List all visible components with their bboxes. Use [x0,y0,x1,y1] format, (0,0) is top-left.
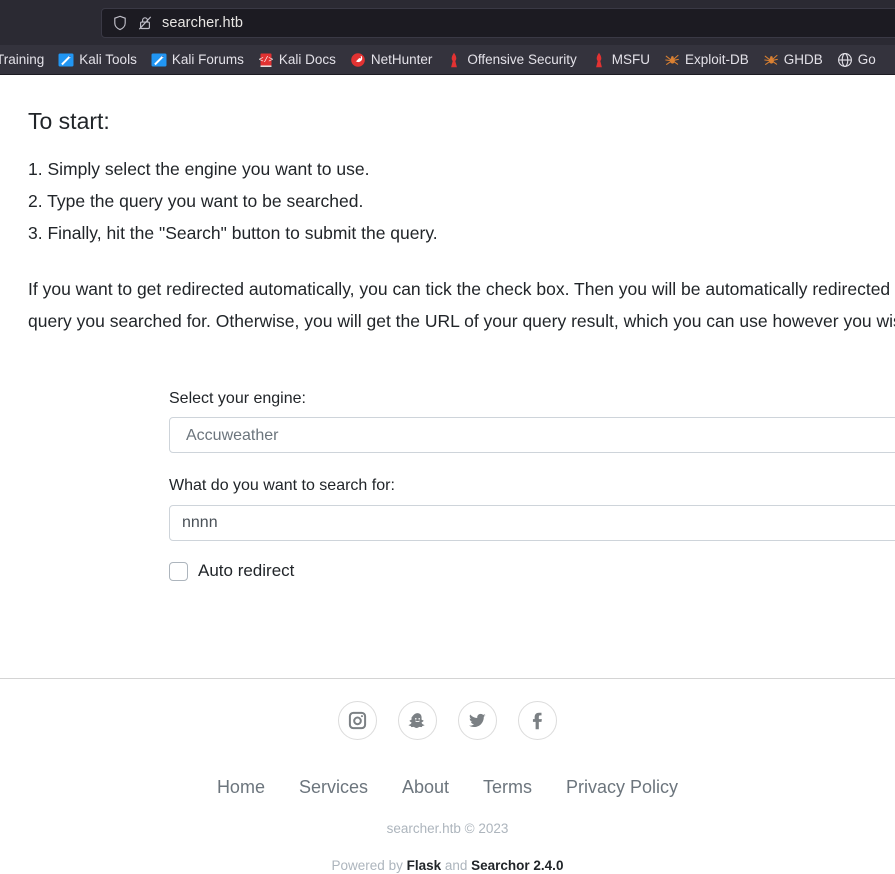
powered-by-text: Powered by Flask and Searchor 2.4.0 [0,858,895,873]
page-title: To start: [28,108,110,134]
bookmark-label: Training [0,52,45,67]
footer-link-services[interactable]: Services [299,777,368,798]
snapchat-icon[interactable] [398,701,437,740]
search-query-input[interactable] [169,505,895,542]
bookmark-offensive-security[interactable]: Offensive Security [439,50,583,70]
auto-redirect-row: Auto redirect [169,561,895,581]
nethunter-dragon-icon [351,52,365,67]
page-footer: Home Services About Terms Privacy Policy… [0,678,895,873]
bookmark-label: Exploit-DB [684,52,749,67]
footer-link-home[interactable]: Home [217,777,265,798]
auto-redirect-label[interactable]: Auto redirect [198,561,294,581]
bookmark-google[interactable]: Go [830,50,883,70]
bookmark-label: Kali Forums [171,52,244,67]
bookmark-kali-tools[interactable]: Kali Tools [51,50,144,70]
bookmark-exploit-db[interactable]: Exploit-DB [657,50,756,70]
svg-text:</>: </> [259,56,274,65]
footer-link-about[interactable]: About [402,777,449,798]
redirect-explanation-paragraph: If you want to get redirected automatica… [28,278,895,331]
bookmark-label: Kali Tools [79,52,137,67]
url-bar[interactable]: searcher.htb [101,8,895,38]
bookmark-label: GHDB [783,52,823,67]
shield-icon[interactable] [112,15,128,31]
bookmarks-bar: Training Kali Tools Kali Forums </> Kali… [0,45,895,75]
flask-label: Flask [406,858,442,873]
navigation-toolbar: searcher.htb [0,0,895,45]
engine-label: Select your engine: [169,389,306,407]
facebook-icon[interactable] [518,701,557,740]
social-links-row [0,701,895,740]
powered-by-prefix: Powered by [331,858,407,873]
msfu-icon [595,52,602,67]
instruction-step-2: 2. Type the query you want to be searche… [28,190,364,211]
bookmark-label: Go [857,52,876,67]
exploit-db-spider-icon [665,54,679,65]
bookmark-kali-forums[interactable]: Kali Forums [144,50,251,70]
kali-docs-book-icon: </> [259,53,274,67]
offensive-security-icon [451,52,458,67]
bookmark-ghdb[interactable]: GHDB [756,50,830,70]
engine-select[interactable]: Accuweather [169,417,895,454]
url-text: searcher.htb [162,15,243,31]
bookmark-label: MSFU [611,52,650,67]
footer-divider [0,678,895,679]
bookmark-training[interactable]: Training [0,50,51,69]
query-label: What do you want to search for: [169,477,395,495]
instagram-icon[interactable] [338,701,377,740]
globe-icon [837,52,852,67]
footer-links-row: Home Services About Terms Privacy Policy [0,777,895,798]
search-form: Select your engine: Accuweather What do … [0,389,895,582]
twitter-icon[interactable] [458,701,497,740]
kali-forums-icon [151,53,167,66]
footer-link-terms[interactable]: Terms [483,777,532,798]
instruction-step-1: 1. Simply select the engine you want to … [28,158,370,179]
instruction-step-3: 3. Finally, hit the "Search" button to s… [28,222,438,243]
ghdb-spider-icon [764,54,778,65]
powered-by-and: and [441,858,472,873]
page-viewport: To start: 1. Simply select the engine yo… [0,75,895,874]
bookmark-nethunter[interactable]: NetHunter [343,50,440,70]
auto-redirect-checkbox[interactable] [169,561,188,581]
bookmark-kali-docs[interactable]: </> Kali Docs [251,50,343,70]
bookmark-label: NetHunter [370,52,433,67]
kali-tools-icon [58,53,74,66]
page-content: To start: 1. Simply select the engine yo… [0,75,895,337]
insecure-padlock-icon[interactable] [137,15,153,31]
searchor-label: Searchor 2.4.0 [471,858,564,873]
bookmark-label: Offensive Security [467,52,577,67]
bookmark-msfu[interactable]: MSFU [584,50,657,70]
browser-chrome: searcher.htb Training Kali Tools Kali Fo… [0,0,895,75]
copyright-text: searcher.htb © 2023 [386,821,509,836]
footer-link-privacy-policy[interactable]: Privacy Policy [566,777,678,798]
bookmark-label: Kali Docs [278,52,336,67]
